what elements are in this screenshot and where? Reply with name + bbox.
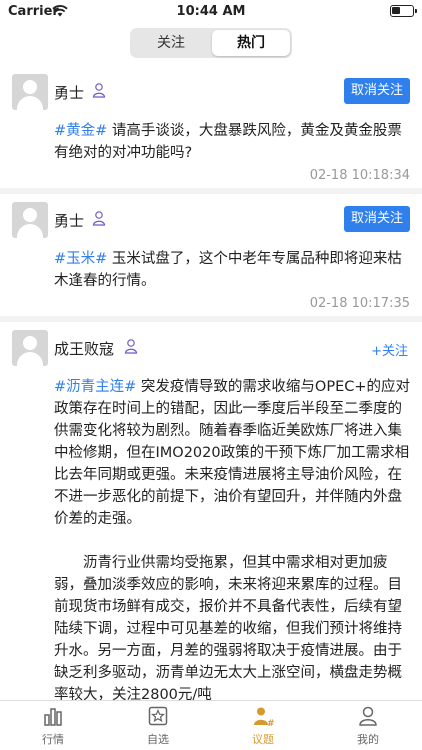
post-text[interactable]: #玉米# 玉米试盘了，这个中老年专属品种即将迎来枯木逢春的行情。 bbox=[54, 248, 410, 292]
tab-hot[interactable]: 热门 bbox=[212, 30, 290, 56]
avatar[interactable] bbox=[12, 74, 48, 110]
topic-tag[interactable]: #沥青主连# bbox=[54, 379, 136, 395]
username[interactable]: 勇士 bbox=[54, 210, 84, 231]
tab-topics[interactable]: # 议题 bbox=[228, 705, 298, 747]
username[interactable]: 成王败寇 bbox=[54, 338, 114, 359]
chart-bars-icon bbox=[44, 708, 62, 726]
avatar[interactable] bbox=[12, 202, 48, 238]
tab-label: 行情 bbox=[42, 733, 64, 746]
user-badge-icon bbox=[92, 83, 106, 98]
battery-icon bbox=[390, 5, 417, 17]
topic-tag[interactable]: #玉米# bbox=[54, 251, 107, 267]
unfollow-button[interactable]: 取消关注 bbox=[344, 78, 410, 104]
bottom-tab-bar: 行情 自选 # 议题 我的 bbox=[0, 700, 422, 750]
post-body: 突发疫情导致的需求收缩与OPEC+的应对政策存在时间上的错配，因此一季度后半段至… bbox=[54, 379, 411, 527]
segmented-control: 关注 热门 bbox=[130, 28, 292, 58]
username[interactable]: 勇士 bbox=[54, 82, 84, 103]
profile-icon bbox=[359, 706, 377, 726]
post-card[interactable]: 勇士 取消关注 #黄金# 请高手谈谈，大盘暴跌风险，黄金及黄金股票有绝对的对冲功… bbox=[0, 66, 422, 188]
tab-label: 议题 bbox=[252, 733, 274, 746]
tab-watchlist[interactable]: 自选 bbox=[123, 705, 193, 747]
post-body-paragraph: 沥青行业供需均受拖累，但其中需求相对更加疲弱，叠加淡季效应的影响，未来将迎来累库… bbox=[54, 555, 402, 700]
svg-text:#: # bbox=[267, 719, 274, 727]
tab-label: 我的 bbox=[357, 733, 379, 746]
post-card[interactable]: 成王败寇 +关注 #沥青主连# 突发疫情导致的需求收缩与OPEC+的应对政策存在… bbox=[0, 322, 422, 700]
clock: 10:44 AM bbox=[176, 4, 246, 19]
unfollow-button[interactable]: 取消关注 bbox=[344, 206, 410, 232]
avatar[interactable] bbox=[12, 330, 48, 366]
status-bar: Carrier 10:44 AM bbox=[0, 0, 422, 24]
post-timestamp: 02-18 10:18:34 bbox=[309, 168, 410, 183]
post-feed[interactable]: 勇士 取消关注 #黄金# 请高手谈谈，大盘暴跌风险，黄金及黄金股票有绝对的对冲功… bbox=[0, 66, 422, 700]
user-badge-icon bbox=[124, 339, 138, 354]
tab-market[interactable]: 行情 bbox=[18, 705, 88, 747]
topic-tag[interactable]: #黄金# bbox=[54, 123, 107, 139]
tab-label: 自选 bbox=[147, 733, 169, 746]
follow-button[interactable]: +关注 bbox=[371, 340, 408, 359]
post-timestamp: 02-18 10:17:35 bbox=[309, 296, 410, 311]
star-square-icon bbox=[148, 706, 168, 726]
post-text[interactable]: #黄金# 请高手谈谈，大盘暴跌风险，黄金及黄金股票有绝对的对冲功能吗? bbox=[54, 120, 410, 164]
tab-following[interactable]: 关注 bbox=[132, 30, 210, 56]
post-card[interactable]: 勇士 取消关注 #玉米# 玉米试盘了，这个中老年专属品种即将迎来枯木逢春的行情。… bbox=[0, 194, 422, 316]
user-badge-icon bbox=[92, 211, 106, 226]
user-hash-icon: # bbox=[254, 707, 274, 727]
post-body: 请高手谈谈，大盘暴跌风险，黄金及黄金股票有绝对的对冲功能吗? bbox=[54, 123, 402, 161]
tab-mine[interactable]: 我的 bbox=[333, 705, 403, 747]
post-text[interactable]: #沥青主连# 突发疫情导致的需求收缩与OPEC+的应对政策存在时间上的错配，因此… bbox=[54, 376, 410, 700]
post-body: 玉米试盘了，这个中老年专属品种即将迎来枯木逢春的行情。 bbox=[54, 251, 402, 289]
